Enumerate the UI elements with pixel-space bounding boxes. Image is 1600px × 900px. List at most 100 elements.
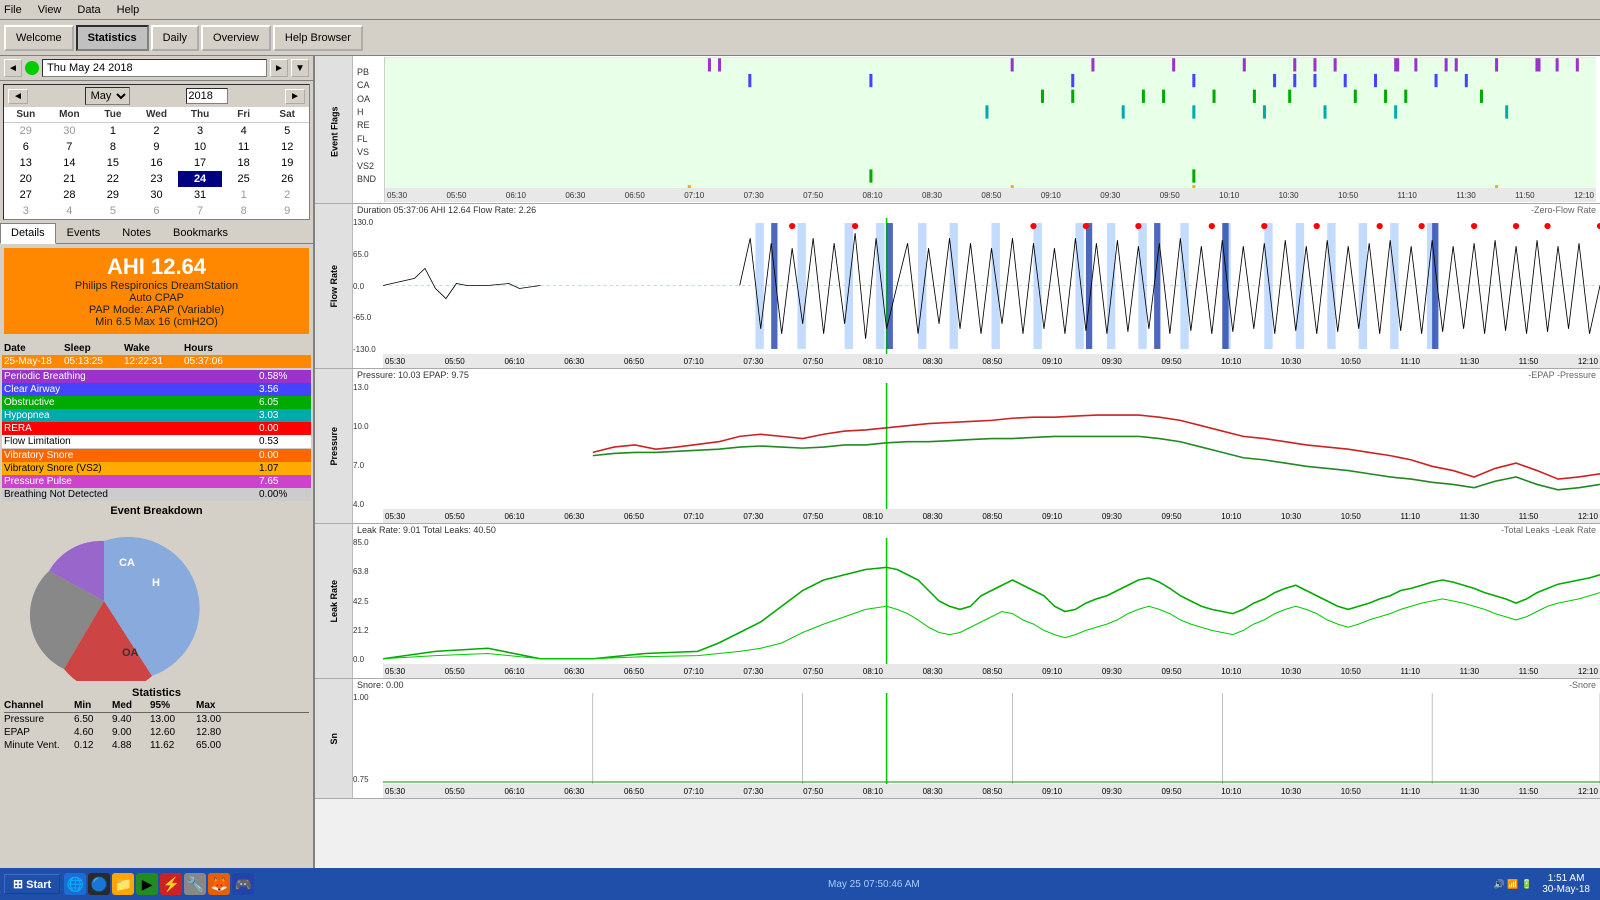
cal-day[interactable]: 9 <box>265 203 309 219</box>
stat-epap-med: 9.00 <box>112 727 150 738</box>
cal-day[interactable]: 1 <box>91 123 135 139</box>
cal-day[interactable]: 10 <box>178 139 222 155</box>
event-flags-label: Event Flags <box>315 72 352 191</box>
cal-day[interactable]: 8 <box>222 203 266 219</box>
cal-day[interactable]: 17 <box>178 155 222 171</box>
cal-day[interactable]: 30 <box>135 187 179 203</box>
taskbar-icon-media[interactable]: ▶ <box>136 873 158 895</box>
cal-day[interactable]: 18 <box>222 155 266 171</box>
cal-day[interactable]: 29 <box>4 123 48 139</box>
event-periodic-val: 0.58% <box>259 371 309 382</box>
pressure-title: Pressure: 10.03 EPAP: 9.75 <box>357 370 469 380</box>
date-input[interactable] <box>42 59 267 77</box>
cal-day[interactable]: 16 <box>135 155 179 171</box>
cal-day[interactable]: 28 <box>48 187 92 203</box>
cal-day[interactable]: 30 <box>48 123 92 139</box>
menu-file[interactable]: File <box>4 4 22 16</box>
pressure-label: Pressure <box>329 427 339 466</box>
event-row-clear: Clear Airway 3.56 <box>2 383 311 396</box>
tab-events[interactable]: Events <box>56 223 112 243</box>
cal-day[interactable]: 26 <box>265 171 309 187</box>
cal-day[interactable]: 27 <box>4 187 48 203</box>
flag-label-ca: CA <box>357 80 384 90</box>
cal-day[interactable]: 15 <box>91 155 135 171</box>
taskbar-icon-app3[interactable]: 🎮 <box>232 873 254 895</box>
cal-day[interactable]: 5 <box>265 123 309 139</box>
event-row-vibsnore2: Vibratory Snore (VS2) 1.07 <box>2 462 311 475</box>
tab-notes[interactable]: Notes <box>111 223 162 243</box>
cal-day[interactable]: 6 <box>135 203 179 219</box>
cal-day[interactable]: 22 <box>91 171 135 187</box>
back-btn[interactable]: ◄ <box>4 59 22 77</box>
menu-help[interactable]: Help <box>117 4 140 16</box>
cal-hdr-wed: Wed <box>135 107 179 123</box>
taskbar-icon-chrome[interactable]: 🔵 <box>88 873 110 895</box>
tab-help-browser[interactable]: Help Browser <box>273 25 363 51</box>
taskbar-icon-app2[interactable]: 🔧 <box>184 873 206 895</box>
snore-body: Snore: 0.00 -Snore 1.00 0.75 <box>353 679 1600 798</box>
cal-day[interactable]: 2 <box>135 123 179 139</box>
session-hours: 05:37:06 <box>184 356 244 367</box>
cal-day[interactable]: 6 <box>4 139 48 155</box>
cal-day[interactable]: 7 <box>178 203 222 219</box>
calendar-btn[interactable]: ▼ <box>291 59 309 77</box>
tab-statistics[interactable]: Statistics <box>76 25 149 51</box>
event-rera-val: 0.00 <box>259 423 309 434</box>
cal-month-select[interactable]: May <box>85 87 130 105</box>
cal-day[interactable]: 31 <box>178 187 222 203</box>
event-row-hypopnea: Hypopnea 3.03 <box>2 409 311 422</box>
cal-day[interactable]: 3 <box>178 123 222 139</box>
cal-day-today[interactable]: 24 <box>178 171 222 187</box>
taskbar-icon-firefox[interactable]: 🦊 <box>208 873 230 895</box>
tab-details[interactable]: Details <box>0 223 56 244</box>
menu-view[interactable]: View <box>38 4 62 16</box>
taskbar-icon-app1[interactable]: ⚡ <box>160 873 182 895</box>
cal-day[interactable]: 1 <box>222 187 266 203</box>
cal-day[interactable]: 12 <box>265 139 309 155</box>
start-button[interactable]: ⊞ Start <box>4 874 60 894</box>
stat-mv-p95: 11.62 <box>150 740 196 751</box>
tab-welcome[interactable]: Welcome <box>4 25 74 51</box>
event-row-periodic: Periodic Breathing 0.58% <box>2 370 311 383</box>
cal-day[interactable]: 11 <box>222 139 266 155</box>
cal-hdr-tue: Tue <box>91 107 135 123</box>
event-breakdown-section: Event Breakdown CA H OA <box>0 501 313 685</box>
cal-day[interactable]: 4 <box>222 123 266 139</box>
tab-daily[interactable]: Daily <box>151 25 199 51</box>
cal-day[interactable]: 2 <box>265 187 309 203</box>
cal-day[interactable]: 25 <box>222 171 266 187</box>
menubar: File View Data Help <box>0 0 1600 20</box>
leak-y-axis: Leak Rate <box>315 524 353 678</box>
cal-day[interactable]: 8 <box>91 139 135 155</box>
cal-day[interactable]: 21 <box>48 171 92 187</box>
cal-day[interactable]: 9 <box>135 139 179 155</box>
cal-year-input[interactable] <box>186 88 228 104</box>
cal-day[interactable]: 29 <box>91 187 135 203</box>
cal-day[interactable]: 19 <box>265 155 309 171</box>
forward-btn[interactable]: ► <box>270 59 288 77</box>
cal-day[interactable]: 20 <box>4 171 48 187</box>
taskbar-icon-folder[interactable]: 📁 <box>112 873 134 895</box>
cal-day[interactable]: 13 <box>4 155 48 171</box>
stat-epap-max: 12.80 <box>196 727 242 738</box>
flow-rate-chart <box>383 218 1600 354</box>
menu-data[interactable]: Data <box>77 4 100 16</box>
pie-chart: CA H OA <box>4 521 204 681</box>
cal-day[interactable]: 4 <box>48 203 92 219</box>
panel-content[interactable]: AHI 12.64 Philips Respironics DreamStati… <box>0 244 313 870</box>
cal-day[interactable]: 5 <box>91 203 135 219</box>
pressure-chart <box>383 383 1600 509</box>
stat-mv-channel: Minute Vent. <box>4 740 74 751</box>
cal-day[interactable]: 3 <box>4 203 48 219</box>
tab-overview[interactable]: Overview <box>201 25 271 51</box>
cal-day[interactable]: 14 <box>48 155 92 171</box>
stat-epap-min: 4.60 <box>74 727 112 738</box>
cal-day[interactable]: 7 <box>48 139 92 155</box>
cal-prev[interactable]: ◄ <box>8 89 28 104</box>
cal-next[interactable]: ► <box>285 89 305 104</box>
taskbar-icon-ie[interactable]: 🌐 <box>64 873 86 895</box>
tab-bookmarks[interactable]: Bookmarks <box>162 223 239 243</box>
cal-day[interactable]: 23 <box>135 171 179 187</box>
cal-hdr-sat: Sat <box>265 107 309 123</box>
event-pressure-val: 7.65 <box>259 476 309 487</box>
